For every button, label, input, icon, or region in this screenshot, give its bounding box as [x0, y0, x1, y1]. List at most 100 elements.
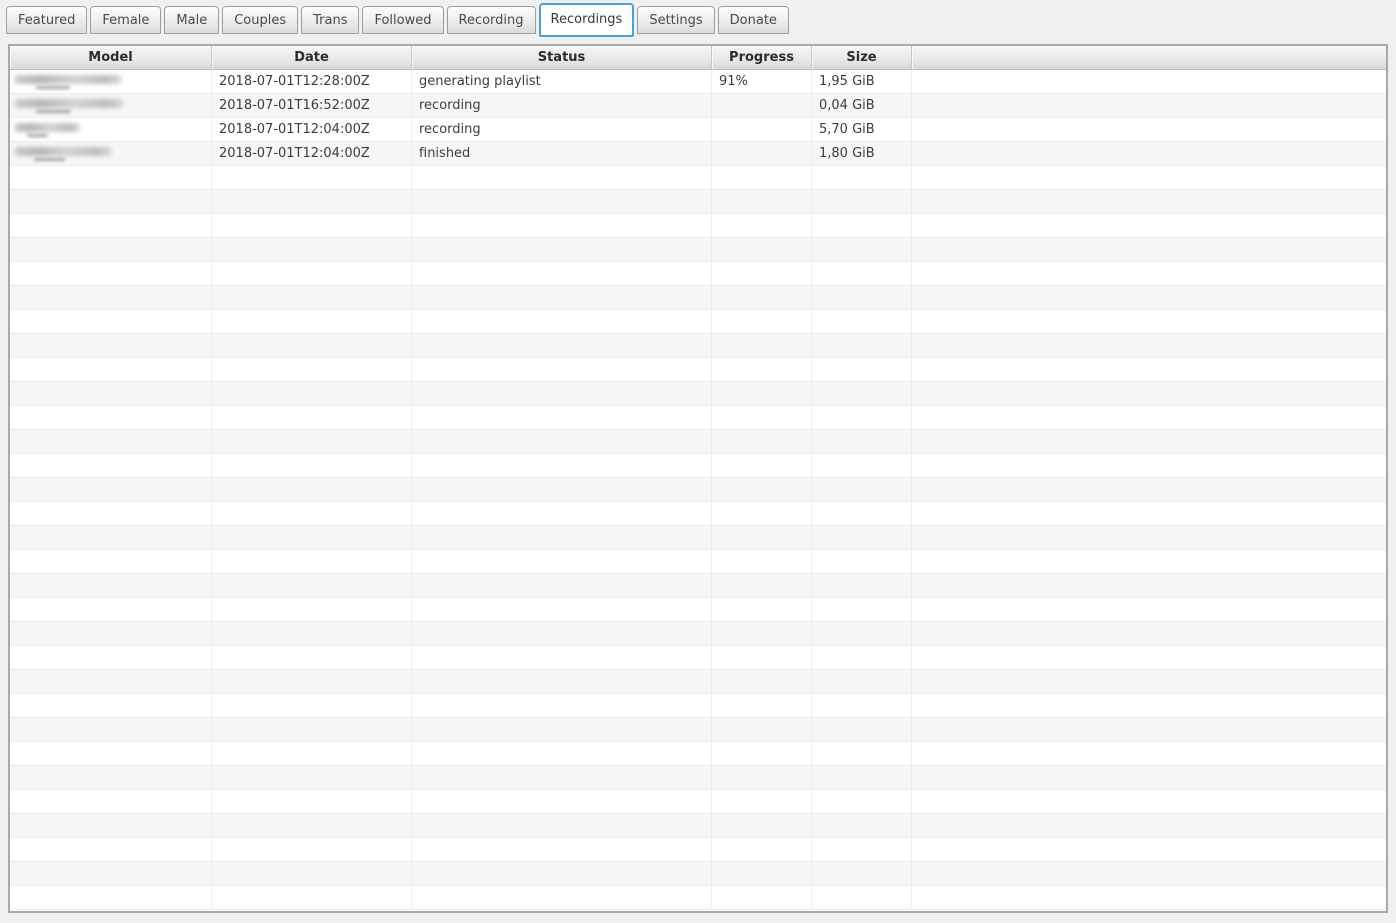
empty-cell: [812, 382, 912, 405]
empty-cell: [10, 550, 212, 573]
filler-cell: [912, 70, 1386, 93]
empty-cell: [712, 886, 812, 909]
empty-cell: [712, 334, 812, 357]
empty-cell: [912, 574, 1386, 597]
table-row-empty: [10, 838, 1386, 862]
empty-cell: [412, 262, 712, 285]
empty-cell: [912, 190, 1386, 213]
empty-cell: [212, 190, 412, 213]
tab-trans[interactable]: Trans: [301, 6, 359, 34]
table-row[interactable]: 2018-07-01T12:04:00Zfinished1,80 GiB: [10, 142, 1386, 166]
redacted-model-name: [14, 74, 122, 90]
table-row-empty: [10, 670, 1386, 694]
empty-cell: [212, 886, 412, 909]
empty-cell: [212, 478, 412, 501]
table-row-empty: [10, 430, 1386, 454]
empty-cell: [10, 502, 212, 525]
empty-cell: [10, 742, 212, 765]
table-body: 2018-07-01T12:28:00Zgenerating playlist9…: [10, 70, 1386, 911]
model-cell: [10, 70, 212, 93]
empty-cell: [712, 838, 812, 861]
empty-cell: [812, 646, 912, 669]
empty-cell: [10, 454, 212, 477]
empty-cell: [10, 526, 212, 549]
table-row-empty: [10, 742, 1386, 766]
tab-followed[interactable]: Followed: [362, 6, 443, 34]
tab-settings[interactable]: Settings: [637, 6, 714, 34]
empty-cell: [412, 838, 712, 861]
empty-cell: [912, 166, 1386, 189]
empty-cell: [812, 862, 912, 885]
empty-cell: [812, 550, 912, 573]
tab-featured[interactable]: Featured: [6, 6, 87, 34]
table-row-empty: [10, 574, 1386, 598]
empty-cell: [10, 814, 212, 837]
tab-recording[interactable]: Recording: [447, 6, 536, 34]
empty-cell: [812, 334, 912, 357]
empty-cell: [912, 214, 1386, 237]
empty-cell: [912, 790, 1386, 813]
empty-cell: [812, 766, 912, 789]
column-header-date[interactable]: Date: [212, 46, 412, 69]
empty-cell: [10, 190, 212, 213]
empty-cell: [412, 478, 712, 501]
column-header-size[interactable]: Size: [812, 46, 912, 69]
table-row[interactable]: 2018-07-01T16:52:00Zrecording0,04 GiB: [10, 94, 1386, 118]
empty-cell: [212, 838, 412, 861]
empty-cell: [812, 478, 912, 501]
model-cell: [10, 118, 212, 141]
column-header-progress[interactable]: Progress: [712, 46, 812, 69]
tab-recordings[interactable]: Recordings: [539, 3, 635, 37]
empty-cell: [912, 454, 1386, 477]
empty-cell: [912, 766, 1386, 789]
empty-cell: [712, 478, 812, 501]
empty-cell: [412, 406, 712, 429]
model-cell: [10, 94, 212, 117]
empty-cell: [10, 838, 212, 861]
empty-cell: [10, 478, 212, 501]
table-row-empty: [10, 814, 1386, 838]
table-row-empty: [10, 238, 1386, 262]
tab-male[interactable]: Male: [164, 6, 219, 34]
empty-cell: [10, 790, 212, 813]
empty-cell: [412, 454, 712, 477]
empty-cell: [912, 862, 1386, 885]
empty-cell: [812, 454, 912, 477]
empty-cell: [812, 166, 912, 189]
status-cell: finished: [412, 142, 712, 165]
tab-couples[interactable]: Couples: [222, 6, 298, 34]
empty-cell: [712, 430, 812, 453]
column-header-model[interactable]: Model: [10, 46, 212, 69]
size-cell: 0,04 GiB: [812, 94, 912, 117]
empty-cell: [912, 526, 1386, 549]
date-cell: 2018-07-01T12:04:00Z: [212, 142, 412, 165]
empty-cell: [812, 694, 912, 717]
table-row[interactable]: 2018-07-01T12:04:00Zrecording5,70 GiB: [10, 118, 1386, 142]
empty-cell: [812, 286, 912, 309]
empty-cell: [412, 766, 712, 789]
empty-cell: [10, 430, 212, 453]
table-row-empty: [10, 622, 1386, 646]
column-header-status[interactable]: Status: [412, 46, 712, 69]
empty-cell: [212, 550, 412, 573]
empty-cell: [812, 574, 912, 597]
empty-cell: [212, 526, 412, 549]
empty-cell: [712, 574, 812, 597]
size-cell: 5,70 GiB: [812, 118, 912, 141]
empty-cell: [412, 166, 712, 189]
tab-female[interactable]: Female: [90, 6, 161, 34]
empty-cell: [812, 742, 912, 765]
empty-cell: [10, 598, 212, 621]
model-cell: [10, 142, 212, 165]
empty-cell: [10, 766, 212, 789]
table-row[interactable]: 2018-07-01T12:28:00Zgenerating playlist9…: [10, 70, 1386, 94]
tab-donate[interactable]: Donate: [718, 6, 789, 34]
size-cell: 1,95 GiB: [812, 70, 912, 93]
empty-cell: [712, 358, 812, 381]
empty-cell: [212, 862, 412, 885]
empty-cell: [812, 886, 912, 909]
empty-cell: [212, 334, 412, 357]
empty-cell: [912, 694, 1386, 717]
empty-cell: [10, 286, 212, 309]
table-row-empty: [10, 382, 1386, 406]
